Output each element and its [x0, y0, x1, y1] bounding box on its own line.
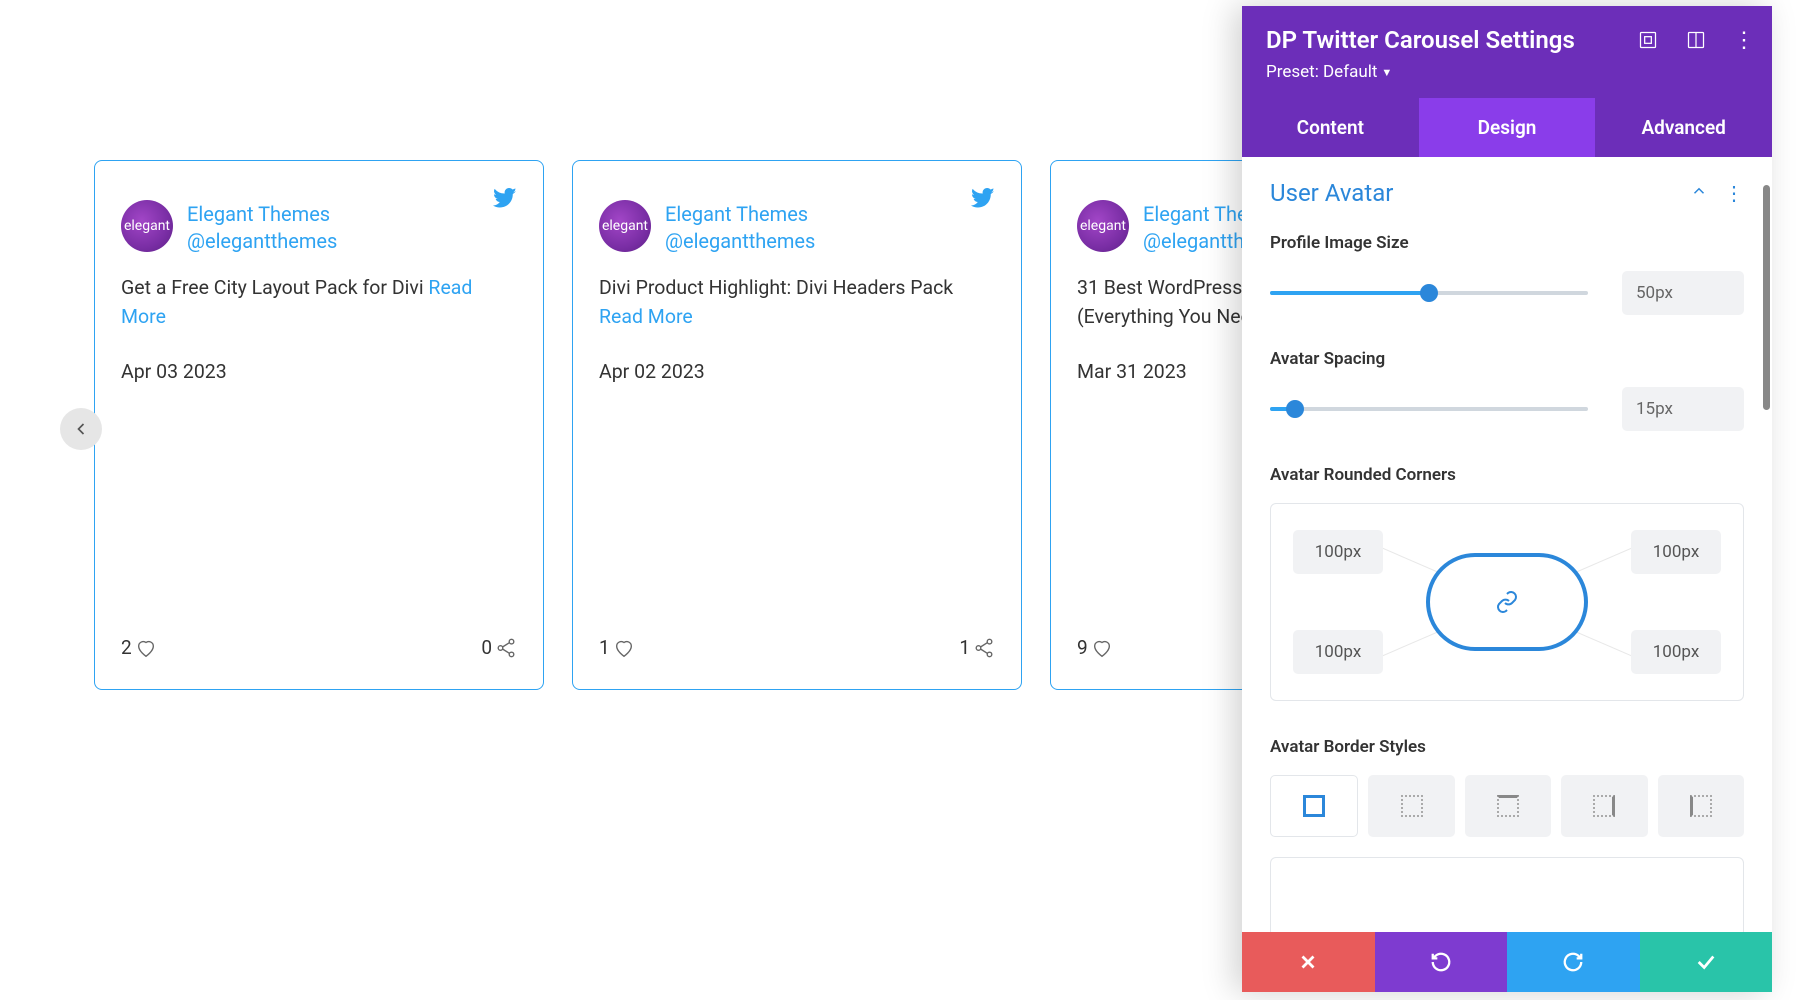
tweet-card: elegant Elegant Themes @elegantthemes Di… — [572, 160, 1022, 690]
link-icon — [1495, 590, 1519, 614]
link-corners-toggle[interactable] — [1426, 553, 1588, 651]
profile-image-size-value[interactable]: 50px — [1622, 271, 1744, 315]
like-metric[interactable]: 9 — [1077, 636, 1113, 659]
share-metric[interactable]: 0 — [481, 636, 517, 659]
section-title[interactable]: User Avatar — [1270, 179, 1393, 207]
redo-button[interactable] — [1507, 932, 1640, 992]
section-more-icon[interactable]: ⋮ — [1724, 183, 1744, 203]
panel-body: User Avatar ⋮ Profile Image Size 50px Av… — [1242, 157, 1772, 932]
profile-image-size-slider[interactable] — [1270, 291, 1588, 295]
panel-tabs: Content Design Advanced — [1242, 98, 1772, 157]
author-name[interactable]: Elegant Themes — [665, 199, 815, 229]
panel-header: DP Twitter Carousel Settings Preset: Def… — [1242, 6, 1772, 98]
tweet-text: Get a Free City Layout Pack for Divi Rea… — [121, 273, 517, 332]
share-icon — [973, 637, 995, 659]
undo-button[interactable] — [1375, 932, 1508, 992]
redo-icon — [1562, 951, 1584, 973]
corner-bl-input[interactable]: 100px — [1293, 630, 1383, 674]
rounded-corners-control: 100px 100px 100px 100px — [1270, 503, 1744, 701]
field-label: Avatar Spacing — [1270, 349, 1744, 369]
corner-br-input[interactable]: 100px — [1631, 630, 1721, 674]
settings-panel: DP Twitter Carousel Settings Preset: Def… — [1242, 6, 1772, 992]
author-handle[interactable]: @elegantthemes — [665, 229, 815, 253]
border-detail-box — [1270, 857, 1744, 932]
heart-icon — [135, 637, 157, 659]
focus-icon[interactable] — [1638, 30, 1658, 50]
avatar: elegant — [1077, 200, 1129, 252]
tab-content[interactable]: Content — [1242, 98, 1419, 157]
author-name[interactable]: Elegant Themes — [187, 199, 337, 229]
columns-icon[interactable] — [1686, 30, 1706, 50]
border-style-all[interactable] — [1270, 775, 1358, 837]
avatar-spacing-value[interactable]: 15px — [1622, 387, 1744, 431]
chevron-left-icon — [71, 419, 91, 439]
border-style-picker — [1270, 775, 1744, 837]
border-style-right[interactable] — [1561, 775, 1647, 837]
heart-icon — [1091, 637, 1113, 659]
tab-design[interactable]: Design — [1419, 98, 1596, 157]
tweet-date: Apr 02 2023 — [599, 360, 995, 383]
read-more-link[interactable]: Read More — [599, 305, 693, 328]
preset-dropdown[interactable]: Preset: Default▼ — [1266, 62, 1748, 82]
share-metric[interactable]: 1 — [959, 636, 995, 659]
undo-icon — [1430, 951, 1452, 973]
like-metric[interactable]: 2 — [121, 636, 157, 659]
like-metric[interactable]: 1 — [599, 636, 635, 659]
cancel-button[interactable] — [1242, 932, 1375, 992]
corner-tl-input[interactable]: 100px — [1293, 530, 1383, 574]
heart-icon — [613, 637, 635, 659]
caret-down-icon: ▼ — [1381, 66, 1392, 79]
border-style-top[interactable] — [1465, 775, 1551, 837]
twitter-icon — [971, 188, 995, 216]
corner-tr-input[interactable]: 100px — [1631, 530, 1721, 574]
avatar: elegant — [121, 200, 173, 252]
close-icon — [1297, 951, 1319, 973]
border-style-none[interactable] — [1368, 775, 1454, 837]
field-label: Avatar Border Styles — [1270, 737, 1744, 757]
avatar-spacing-slider[interactable] — [1270, 407, 1588, 411]
collapse-icon[interactable] — [1690, 182, 1708, 204]
carousel-prev-button[interactable] — [60, 408, 102, 450]
tweet-date: Apr 03 2023 — [121, 360, 517, 383]
more-icon[interactable]: ⋮ — [1734, 30, 1754, 50]
panel-footer — [1242, 932, 1772, 992]
confirm-button[interactable] — [1640, 932, 1773, 992]
tweet-card: elegant Elegant Themes @elegantthemes Ge… — [94, 160, 544, 690]
avatar: elegant — [599, 200, 651, 252]
share-icon — [495, 637, 517, 659]
author-handle[interactable]: @elegantthemes — [187, 229, 337, 253]
field-label: Avatar Rounded Corners — [1270, 465, 1744, 485]
tweet-text: Divi Product Highlight: Divi Headers Pac… — [599, 273, 995, 332]
scrollbar[interactable] — [1763, 185, 1770, 410]
field-label: Profile Image Size — [1270, 233, 1744, 253]
tab-advanced[interactable]: Advanced — [1595, 98, 1772, 157]
twitter-icon — [493, 188, 517, 216]
check-icon — [1695, 951, 1717, 973]
border-style-left[interactable] — [1658, 775, 1744, 837]
